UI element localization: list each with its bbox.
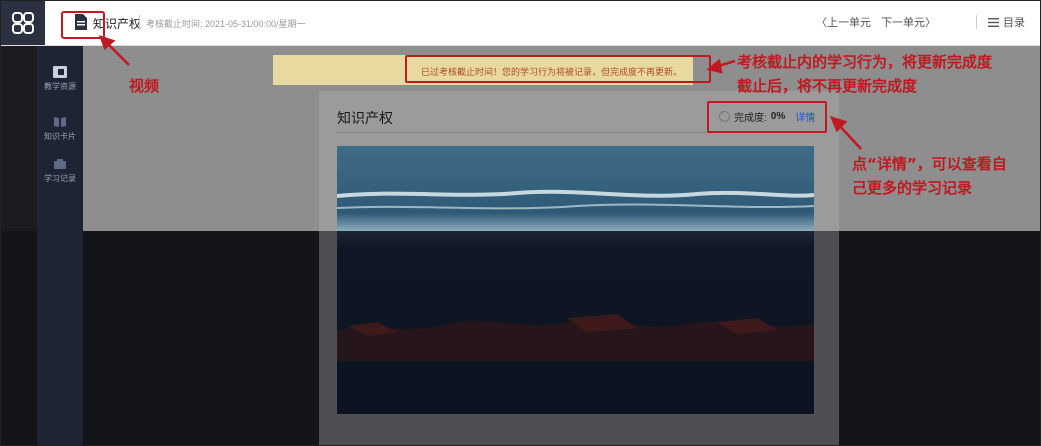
annotation-arrows: [98, 34, 862, 150]
arrow-head-notice: [706, 58, 723, 74]
screenshot-frame: 已过考核截止时间！您的学习行为将被记录，但完成度不再更新。 知识产权 完成度: …: [0, 0, 1041, 446]
